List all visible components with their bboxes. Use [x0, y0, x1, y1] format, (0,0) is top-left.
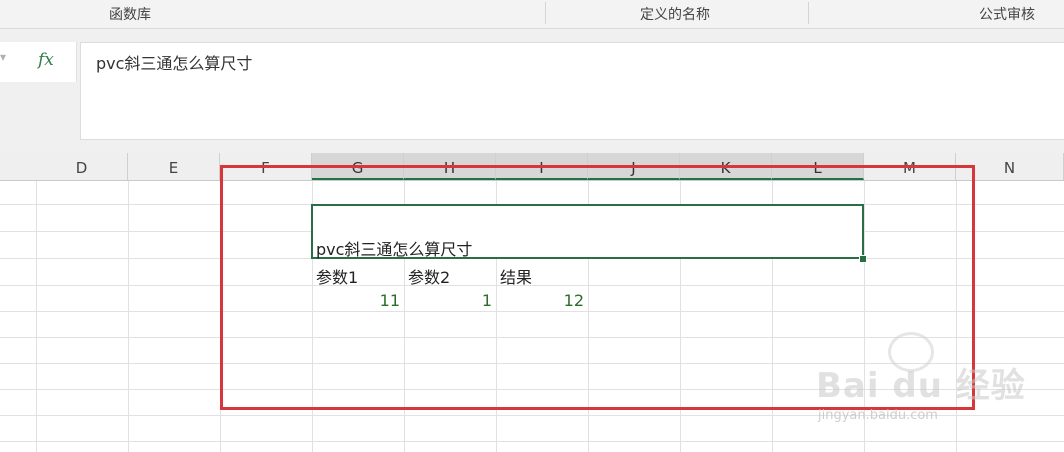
ribbon-group-function-library[interactable]: 函数库: [60, 0, 200, 28]
watermark-url: jingyan.baidu.com: [818, 408, 938, 423]
ribbon-group-bar: 函数库 定义的名称 公式审核: [0, 0, 1064, 29]
ribbon-group-separator: [808, 2, 809, 24]
ribbon-group-separator: [545, 2, 546, 24]
column-header-e[interactable]: E: [128, 153, 220, 180]
formula-content[interactable]: pvc斜三通怎么算尺寸: [96, 50, 252, 74]
watermark-brand: Bai du 经验: [816, 366, 1026, 406]
column-header-d[interactable]: D: [36, 153, 128, 180]
name-box-dropdown-icon[interactable]: ▾: [0, 50, 6, 64]
ribbon-group-defined-names[interactable]: 定义的名称: [600, 0, 750, 28]
ribbon-group-formula-auditing[interactable]: 公式审核: [950, 0, 1064, 28]
insert-function-icon[interactable]: fx: [38, 50, 54, 70]
